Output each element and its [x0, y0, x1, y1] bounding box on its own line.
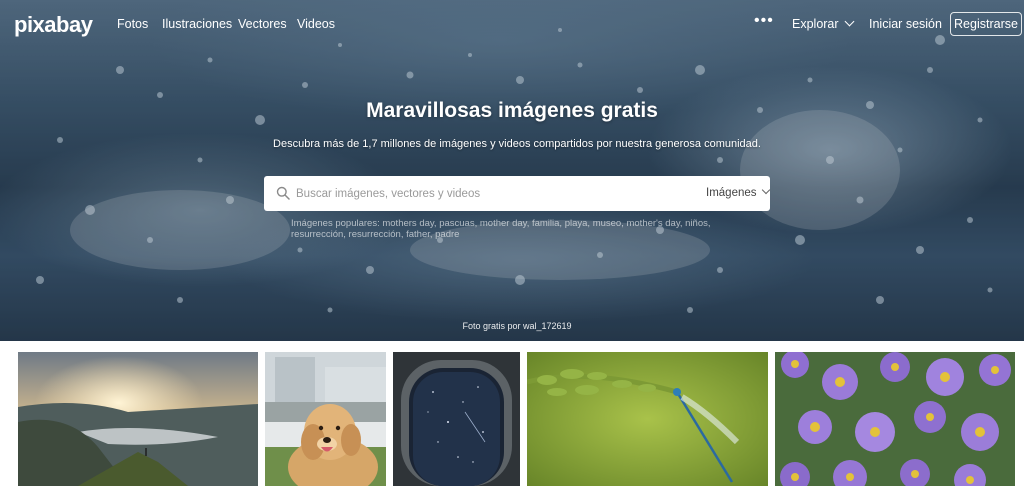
nav-link-vectores[interactable]: Vectores — [238, 17, 287, 31]
popular-searches[interactable]: Imágenes populares: mothers day, pascuas… — [291, 218, 751, 240]
search-type-label: Imágenes — [706, 187, 757, 199]
pixabay-logo[interactable]: pixabay — [14, 12, 93, 38]
hero-subtitle: Descubra más de 1,7 millones de imágenes… — [273, 138, 761, 150]
nav-link-videos[interactable]: Videos — [297, 17, 335, 31]
gallery-item-mountain[interactable] — [18, 352, 258, 486]
photo-credit[interactable]: Foto gratis por wal_172619 — [0, 321, 1024, 331]
login-link[interactable]: Iniciar sesión — [869, 17, 942, 31]
more-menu-icon[interactable]: ••• — [754, 12, 774, 30]
mountain-sunrise-photo — [18, 352, 258, 486]
gallery-item-airplane-window[interactable] — [393, 352, 520, 486]
dragonfly-on-plant-photo — [527, 352, 768, 486]
explore-menu-button[interactable]: Explorar — [792, 16, 854, 31]
search-input[interactable] — [296, 176, 676, 211]
hero-title: Maravillosas imágenes gratis — [366, 99, 658, 122]
golden-retriever-photo — [265, 352, 386, 486]
gallery-item-dog[interactable] — [265, 352, 386, 486]
search-type-dropdown[interactable]: Imágenes — [706, 185, 770, 199]
chevron-down-icon — [844, 16, 854, 27]
chevron-down-icon — [761, 185, 770, 195]
nav-link-ilustraciones[interactable]: Ilustraciones — [162, 17, 232, 31]
gallery-item-dragonfly[interactable] — [527, 352, 768, 486]
gallery-item-flowers[interactable] — [775, 352, 1015, 486]
nav-link-fotos[interactable]: Fotos — [117, 17, 148, 31]
top-navigation: pixabay Fotos Ilustraciones Vectores Vid… — [0, 0, 1024, 48]
search-icon[interactable] — [276, 186, 290, 200]
hero-banner — [0, 0, 1024, 341]
search-bar: Imágenes — [264, 176, 770, 211]
explore-label: Explorar — [792, 17, 839, 31]
airplane-window-night-photo — [393, 352, 520, 486]
hero-overlay — [0, 0, 1024, 341]
register-button[interactable]: Registrarse — [950, 12, 1022, 36]
purple-asters-photo — [775, 352, 1015, 486]
